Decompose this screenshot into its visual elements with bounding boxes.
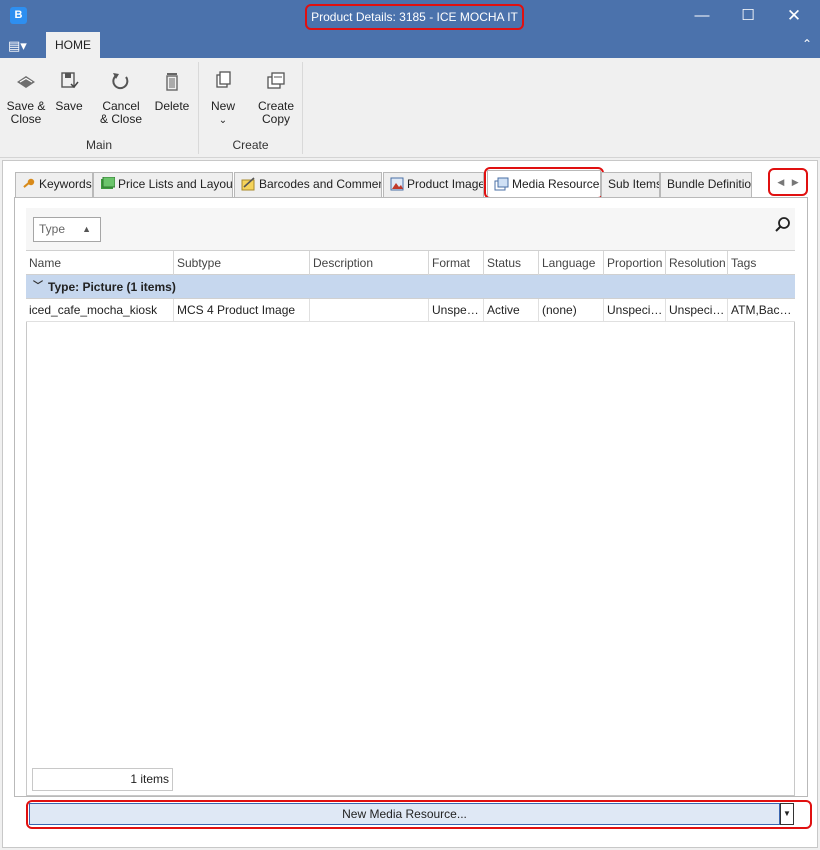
cell-tags: ATM,Back ...: [731, 303, 795, 317]
trash-icon: [166, 73, 178, 91]
new-media-dropdown-button[interactable]: ▼: [780, 803, 794, 825]
tab-product-images[interactable]: Product Images: [383, 172, 484, 197]
ribbon-tab-row: ▤▾ HOME ⌃: [0, 32, 820, 58]
sort-up-icon: ▲: [82, 224, 91, 234]
ribbon-group-create: New ⌄ Create Copy Create: [199, 62, 303, 154]
maximize-button[interactable]: ☐: [725, 0, 771, 32]
price-list-icon: [101, 176, 115, 189]
save-button[interactable]: Save: [52, 70, 86, 113]
tab-sub-items-label: Sub Items: [608, 177, 660, 191]
cell-name: iced_cafe_mocha_kiosk: [26, 299, 174, 321]
undo-icon: [112, 73, 129, 90]
column-format[interactable]: Format: [429, 251, 484, 275]
cell-format: Unspeci...: [429, 299, 484, 321]
create-copy-button[interactable]: Create Copy: [255, 70, 297, 126]
grid-column-header: Name Subtype Description Format Status L…: [26, 251, 795, 275]
column-description[interactable]: Description: [310, 251, 429, 275]
cell-description: [310, 299, 429, 321]
scroll-left-icon[interactable]: ◀: [777, 177, 784, 187]
cell-status: Active: [484, 299, 539, 321]
group-type-label: Type: [39, 222, 66, 236]
minimize-button[interactable]: —: [679, 0, 725, 32]
tab-home[interactable]: HOME: [46, 32, 100, 58]
column-name[interactable]: Name: [26, 251, 174, 275]
ribbon-group-main: Save & Close Save Cancel & Close Delete …: [0, 62, 199, 154]
media-resources-highlight: [484, 167, 604, 199]
save-close-button[interactable]: Save & Close: [4, 70, 48, 126]
cancel-close-button[interactable]: Cancel & Close: [99, 70, 143, 126]
column-tags[interactable]: Tags: [728, 251, 795, 275]
new-media-resource-button[interactable]: New Media Resource...: [29, 803, 780, 825]
ribbon-group-create-label: Create: [232, 138, 269, 152]
new-label: New: [210, 99, 235, 113]
delete-label: Delete: [154, 99, 190, 113]
tab-keywords-label: Keywords: [39, 177, 92, 191]
ribbon-group-main-label: Main: [85, 138, 112, 152]
new-document-icon: [216, 71, 231, 88]
close-button[interactable]: ✕: [771, 0, 817, 32]
image-icon: [390, 177, 404, 191]
save-close-icon: [17, 76, 35, 88]
group-by-panel: [26, 208, 795, 251]
tab-product-images-label: Product Images: [407, 177, 484, 191]
ribbon-collapse-icon[interactable]: ⌃: [802, 37, 812, 51]
tab-barcodes-label: Barcodes and Comments: [259, 177, 382, 191]
delete-button[interactable]: Delete: [152, 70, 192, 113]
copy-icon: [267, 72, 285, 89]
table-row[interactable]: iced_cafe_mocha_kiosk MCS 4 Product Imag…: [26, 299, 795, 322]
new-button[interactable]: New ⌄: [205, 70, 241, 127]
cell-proportion: Unspecifi...: [604, 299, 666, 321]
item-count: 1 items: [32, 768, 173, 791]
column-subtype[interactable]: Subtype: [174, 251, 310, 275]
group-row-label: Type: Picture (1 items): [48, 280, 176, 294]
scroll-right-icon[interactable]: ▶: [792, 177, 799, 187]
chevron-down-icon[interactable]: ﹀: [33, 275, 43, 299]
tab-keywords[interactable]: Keywords: [15, 172, 93, 197]
create-copy-label: Create Copy: [257, 99, 295, 126]
cell-language: (none): [539, 299, 604, 321]
cancel-close-label: Cancel & Close: [99, 99, 143, 126]
cell-resolution: Unspecifi...: [666, 299, 728, 321]
group-row-picture[interactable]: ﹀ Type: Picture (1 items): [26, 275, 795, 299]
save-icon: [61, 72, 79, 89]
app-menu-icon[interactable]: ▤▾: [8, 37, 34, 55]
tab-bundle-definition-label: Bundle Definition: [667, 177, 752, 191]
group-type-chip[interactable]: Type ▲: [33, 217, 101, 242]
chevron-down-icon: ⌄: [218, 115, 228, 126]
ribbon: Save & Close Save Cancel & Close Delete …: [0, 58, 820, 158]
title-bar: B Product Details: 3185 - ICE MOCHA IT —…: [0, 0, 820, 32]
column-language[interactable]: Language: [539, 251, 604, 275]
save-label: Save: [55, 99, 83, 113]
tab-bundle-definition[interactable]: Bundle Definition: [660, 172, 752, 197]
tab-barcodes[interactable]: Barcodes and Comments: [234, 172, 382, 197]
column-resolution[interactable]: Resolution: [666, 251, 728, 275]
window-title: Product Details: 3185 - ICE MOCHA IT: [305, 4, 524, 30]
notepad-icon: [241, 177, 255, 191]
tab-price-lists[interactable]: Price Lists and Layouts: [93, 172, 233, 197]
column-status[interactable]: Status: [484, 251, 539, 275]
column-proportion[interactable]: Proportion: [604, 251, 666, 275]
key-icon: [23, 178, 35, 188]
search-icon[interactable]: [774, 216, 792, 234]
tab-scroll-buttons[interactable]: ◀ ▶: [768, 168, 808, 196]
app-icon[interactable]: B: [10, 7, 27, 24]
cell-subtype: MCS 4 Product Image: [174, 299, 310, 321]
tab-sub-items[interactable]: Sub Items: [601, 172, 660, 197]
save-close-label: Save & Close: [6, 99, 46, 126]
tab-price-lists-label: Price Lists and Layouts: [118, 177, 233, 191]
